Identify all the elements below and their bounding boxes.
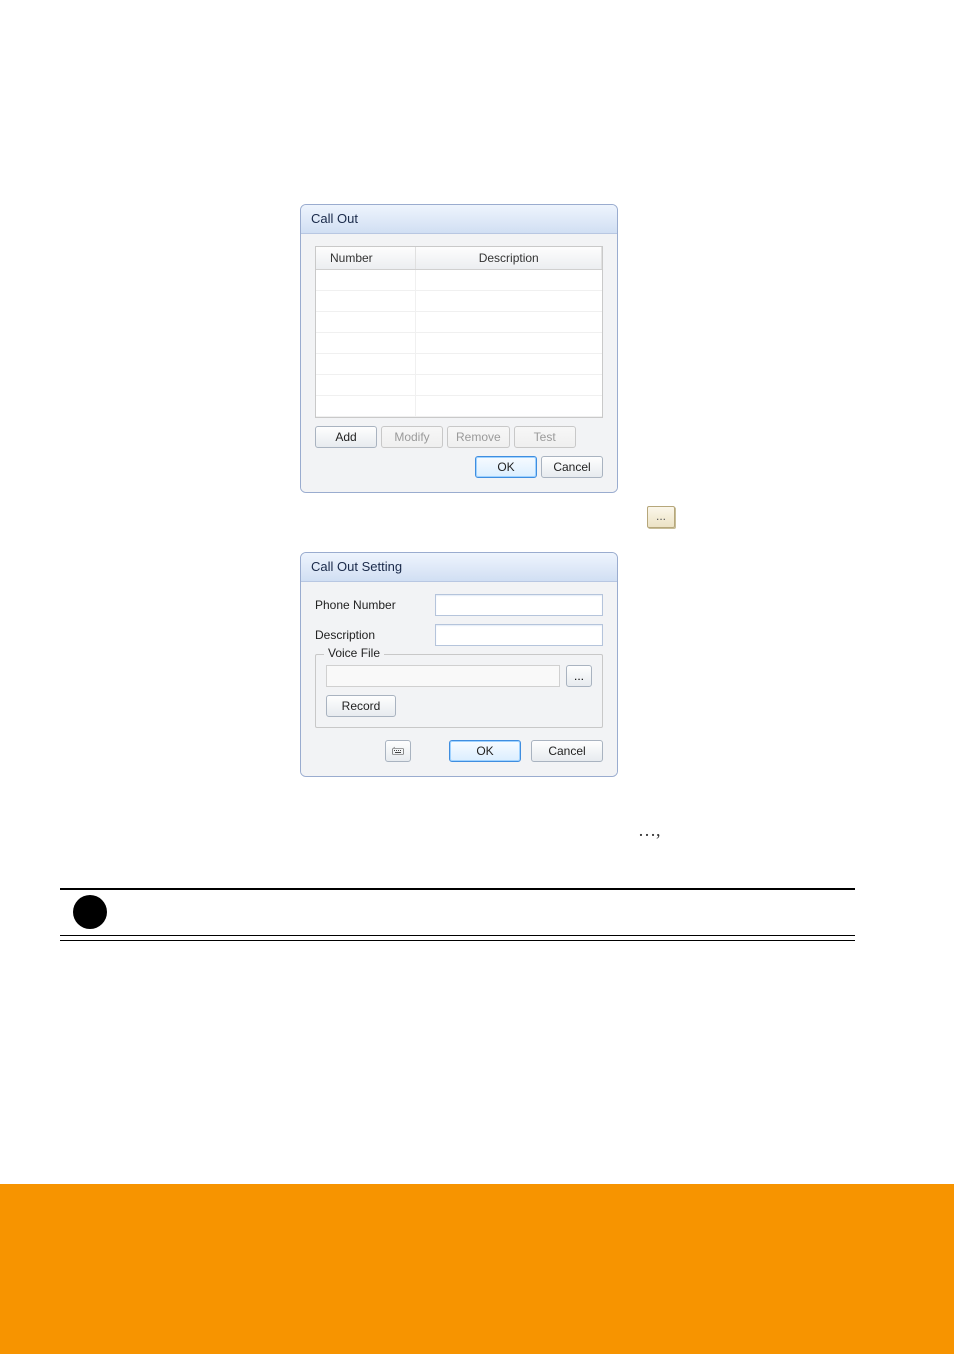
table-row[interactable] — [316, 417, 602, 419]
rule-bottom — [60, 935, 855, 941]
test-button: Test — [514, 426, 576, 448]
remove-button: Remove — [447, 426, 510, 448]
setting-title: Call Out Setting — [301, 553, 617, 582]
record-button[interactable]: Record — [326, 695, 396, 717]
call-out-setting-dialog: Call Out Setting Phone Number Descriptio… — [300, 552, 618, 777]
add-button[interactable]: Add — [315, 426, 377, 448]
keyboard-icon-svg — [392, 745, 404, 757]
table-row[interactable] — [316, 291, 602, 312]
cancel-button[interactable]: Cancel — [541, 456, 603, 478]
ok-button[interactable]: OK — [475, 456, 537, 478]
modify-button: Modify — [381, 426, 443, 448]
voice-file-group: Voice File ... Record — [315, 654, 603, 728]
browse-button[interactable]: ... — [566, 665, 592, 687]
description-input[interactable] — [435, 624, 603, 646]
call-out-title: Call Out — [301, 205, 617, 234]
page-footer — [0, 1184, 954, 1354]
column-header-number[interactable]: Number — [316, 247, 416, 270]
voice-file-path — [326, 665, 560, 687]
table-row[interactable] — [316, 312, 602, 333]
column-header-description[interactable]: Description — [416, 247, 602, 270]
voice-file-legend: Voice File — [324, 646, 384, 660]
browse-icon[interactable]: ... — [647, 506, 675, 528]
table-row[interactable] — [316, 375, 602, 396]
table-row[interactable] — [316, 270, 602, 291]
setting-ok-button[interactable]: OK — [449, 740, 521, 762]
table-row[interactable] — [316, 354, 602, 375]
call-out-table[interactable]: Number Description — [315, 246, 603, 418]
keyboard-icon[interactable] — [385, 740, 411, 762]
call-out-dialog: Call Out Number Description — [300, 204, 618, 493]
phone-input[interactable] — [435, 594, 603, 616]
bullet-icon — [73, 895, 107, 929]
table-row[interactable] — [316, 333, 602, 354]
phone-label: Phone Number — [315, 598, 435, 612]
description-label: Description — [315, 628, 435, 642]
doc-ellipsis-text: …, — [638, 820, 661, 841]
table-row[interactable] — [316, 396, 602, 417]
setting-cancel-button[interactable]: Cancel — [531, 740, 603, 762]
rule-top — [60, 888, 855, 890]
